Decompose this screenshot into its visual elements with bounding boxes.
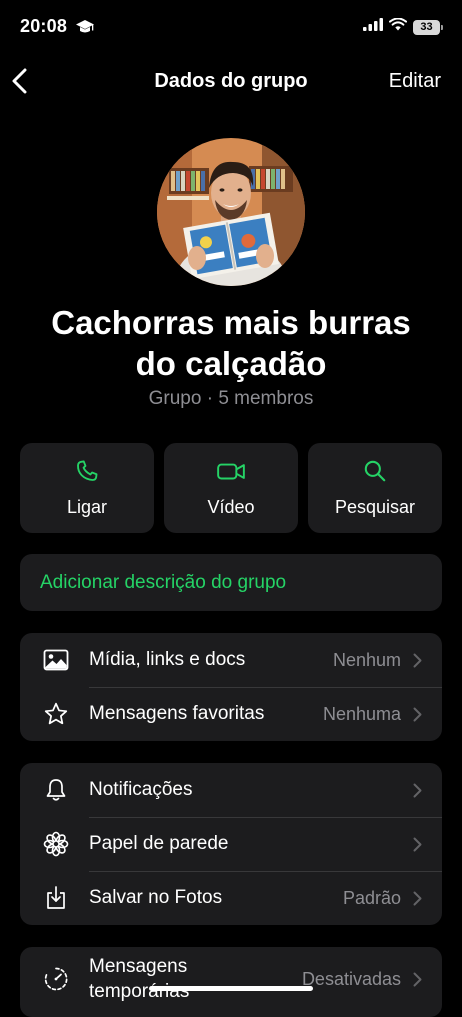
- group-avatar[interactable]: [157, 138, 305, 286]
- search-button[interactable]: Pesquisar: [308, 443, 442, 533]
- chevron-right-icon: [413, 972, 422, 987]
- row-label: Salvar no Fotos: [89, 887, 223, 908]
- row-notifications[interactable]: Notificações: [20, 763, 442, 817]
- chevron-right-icon: [413, 783, 422, 798]
- edit-button[interactable]: Editar: [389, 70, 441, 93]
- status-indicators: 33: [363, 17, 443, 36]
- search-label: Pesquisar: [334, 497, 416, 517]
- chevron-right-icon: [413, 653, 422, 668]
- status-bar: 20:08 33: [0, 0, 462, 56]
- group-name: Cachorras mais burras do calçadão: [20, 302, 442, 384]
- flower-icon: [42, 830, 70, 858]
- phone-icon: [74, 458, 100, 489]
- privacy-section: Mensagens temporárias Desativadas: [20, 947, 442, 1017]
- group-subtitle: Grupo · 5 membros: [148, 388, 314, 409]
- call-button[interactable]: Ligar: [20, 443, 154, 533]
- status-time: 20:08: [20, 16, 68, 36]
- row-starred-messages[interactable]: Mensagens favoritas Nenhuma: [20, 687, 442, 741]
- row-media-links-docs[interactable]: Mídia, links e docs Nenhum: [20, 633, 442, 687]
- graduation-cap-icon: [75, 19, 95, 40]
- battery-icon: 33: [413, 19, 443, 35]
- row-label: Mensagens temporárias: [89, 954, 302, 1004]
- signal-icon: [363, 18, 383, 36]
- video-button[interactable]: Vídeo: [164, 443, 298, 533]
- add-description-button[interactable]: Adicionar descrição do grupo: [20, 554, 442, 611]
- row-wallpaper[interactable]: Papel de parede: [20, 817, 442, 871]
- settings-section: Notificações Papel de parede Salvar no F…: [20, 763, 442, 925]
- photo-icon: [42, 646, 70, 674]
- row-value: Nenhum: [332, 649, 401, 670]
- search-icon: [362, 458, 388, 489]
- add-description-label: Adicionar descrição do grupo: [40, 571, 287, 593]
- row-label-line-1: Mensagens: [89, 956, 188, 977]
- wifi-icon: [389, 17, 407, 36]
- media-section: Mídia, links e docs Nenhum Mensagens fav…: [20, 633, 442, 741]
- row-value: Padrão: [342, 887, 401, 908]
- row-label: Mídia, links e docs: [89, 649, 246, 670]
- bell-icon: [42, 776, 70, 804]
- row-label: Papel de parede: [89, 833, 229, 854]
- row-value: Nenhuma: [322, 703, 401, 724]
- call-label: Ligar: [66, 497, 108, 517]
- navigation-bar: Dados do grupo Editar: [0, 56, 462, 106]
- download-icon: [42, 884, 70, 912]
- row-label: Mensagens favoritas: [89, 703, 265, 724]
- action-buttons: Ligar Vídeo Pesquisar: [20, 443, 442, 533]
- group-name-line-1: Cachorras mais burras: [51, 304, 411, 341]
- row-value: Desativadas: [301, 968, 401, 989]
- row-save-to-photos[interactable]: Salvar no Fotos Padrão: [20, 871, 442, 925]
- chevron-right-icon: [413, 891, 422, 906]
- row-label-line-2: temporárias: [89, 981, 190, 1002]
- timer-icon: [42, 965, 70, 993]
- star-icon: [42, 700, 70, 728]
- home-indicator[interactable]: [149, 986, 313, 991]
- chevron-right-icon: [413, 707, 422, 722]
- video-label: Vídeo: [207, 497, 255, 517]
- chevron-right-icon: [413, 837, 422, 852]
- group-name-line-2: do calçadão: [135, 345, 327, 382]
- row-disappearing-messages[interactable]: Mensagens temporárias Desativadas: [20, 947, 442, 1011]
- row-label: Notificações: [89, 779, 193, 800]
- video-icon: [216, 458, 246, 489]
